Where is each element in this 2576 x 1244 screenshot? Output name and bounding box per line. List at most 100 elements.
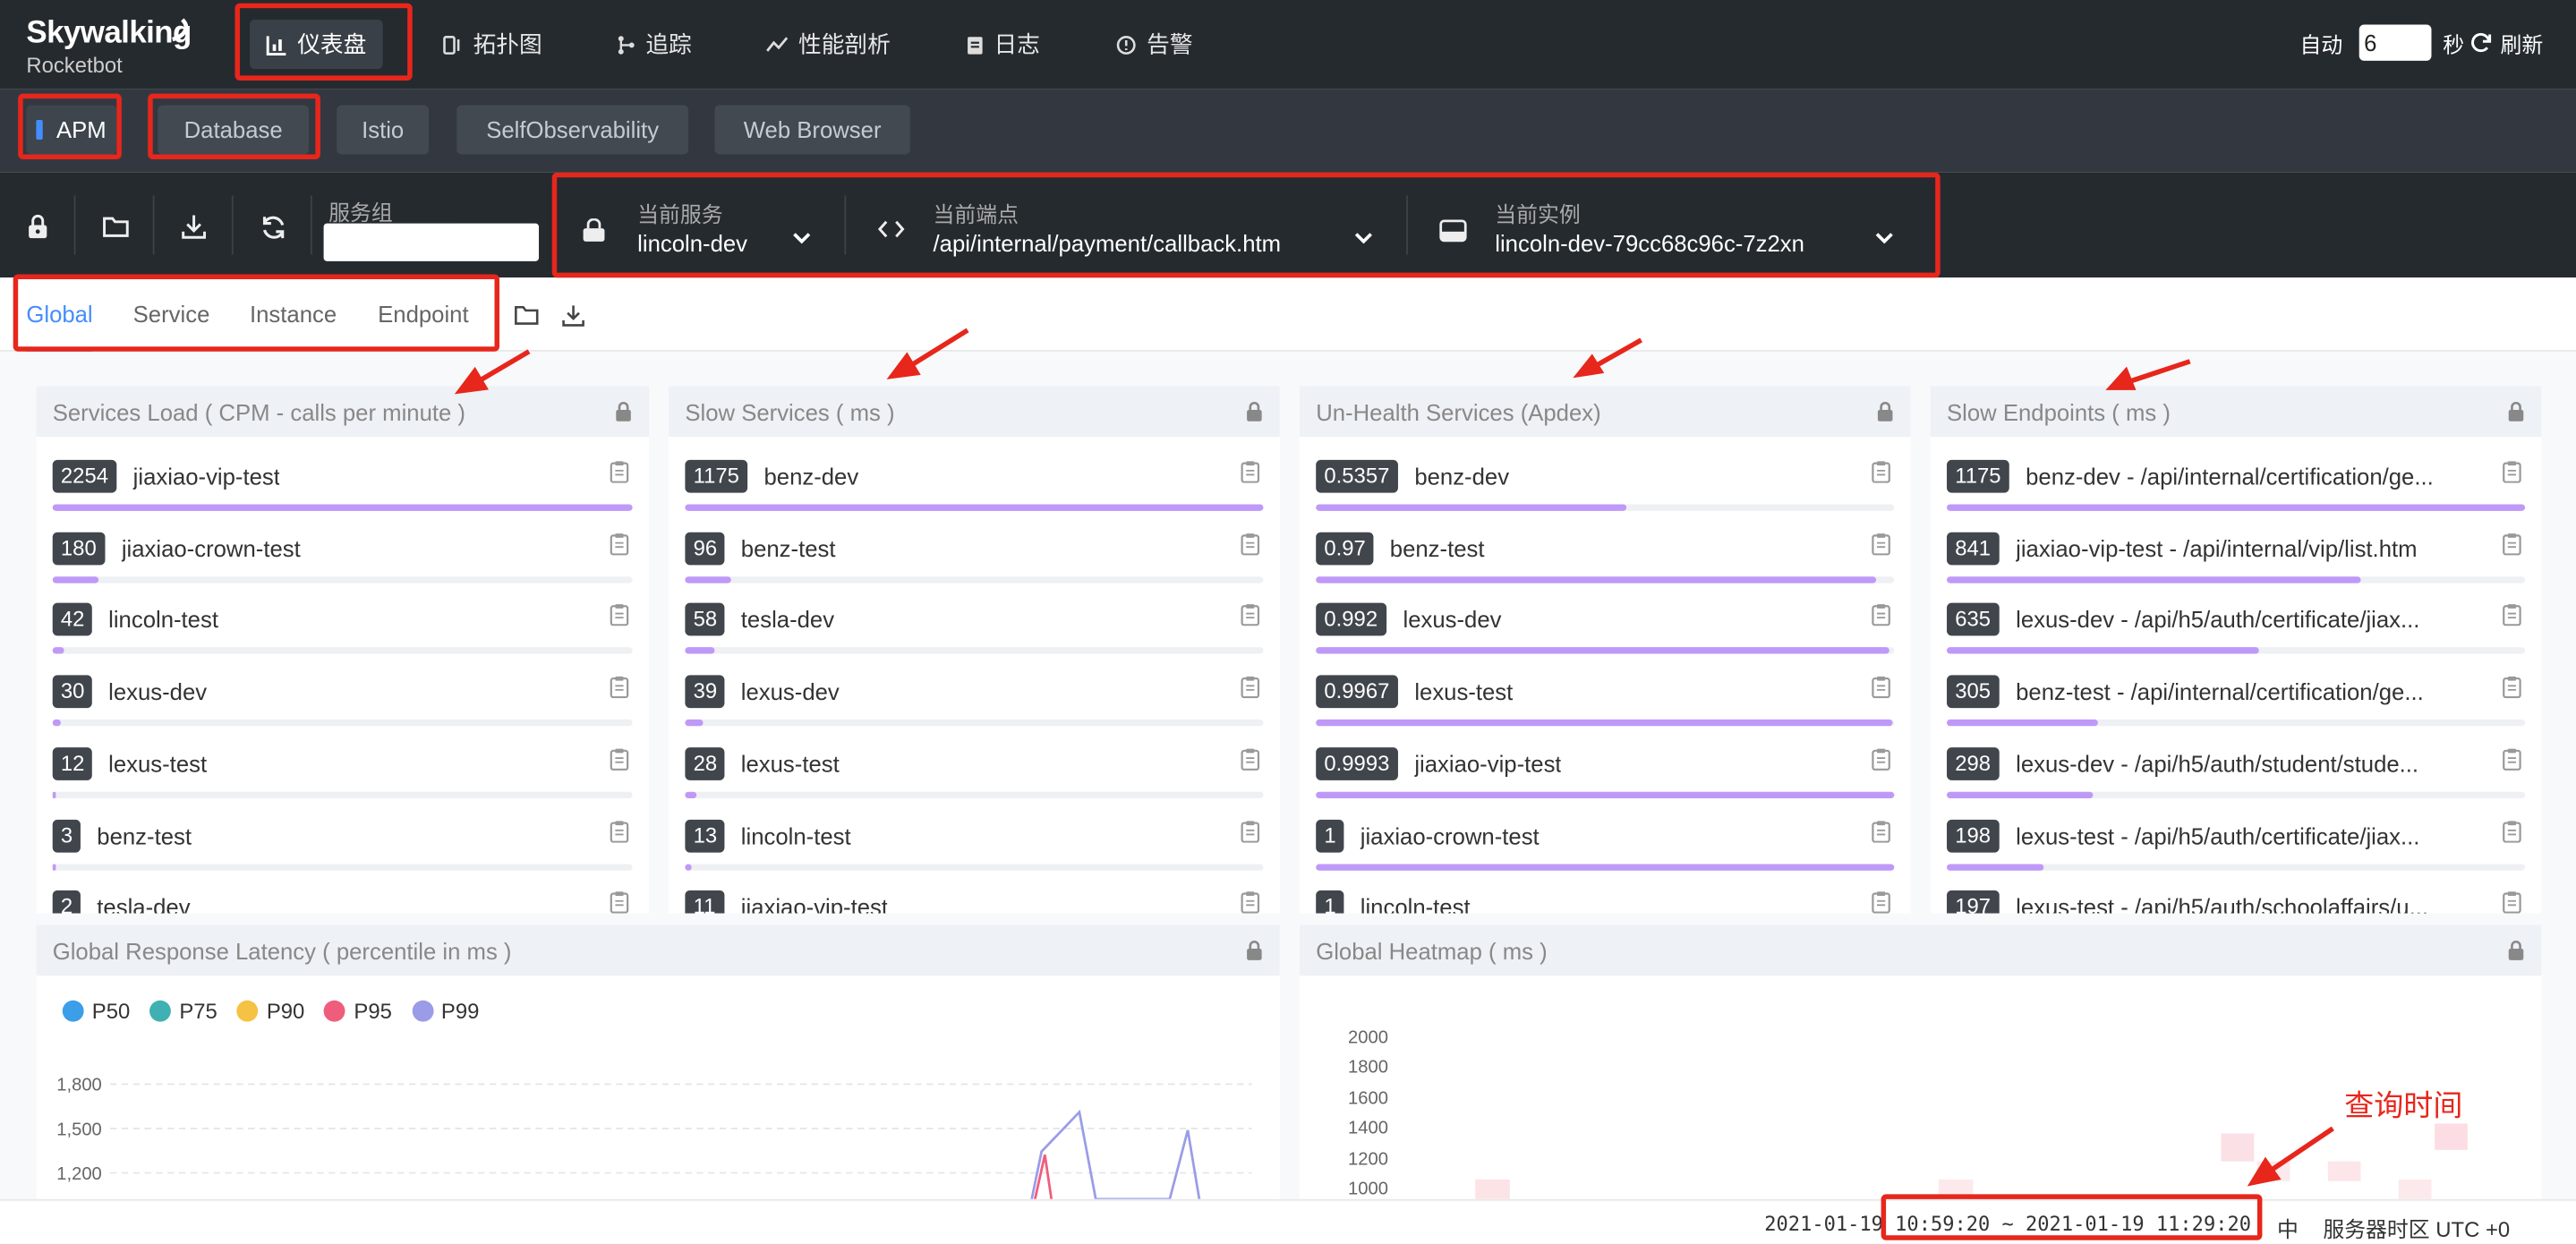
item-name[interactable]: lexus-test - /api/h5/auth/schoolaffairs/… [2016, 894, 2428, 914]
list-item[interactable]: 0.992 lexus-dev [1316, 603, 1895, 676]
item-name[interactable]: benz-test [1390, 535, 1485, 561]
list-item[interactable]: 298 lexus-dev - /api/h5/auth/student/stud… [1947, 746, 2526, 820]
clipboard-icon[interactable] [610, 532, 629, 563]
lock-icon[interactable] [2507, 401, 2525, 430]
download-icon[interactable] [179, 212, 209, 242]
auto-label[interactable]: 自动 [2300, 27, 2343, 58]
list-item[interactable]: 11 jiaxiao-vip-test [685, 890, 1263, 914]
endpoint-selector[interactable]: 当前端点 /api/internal/payment/callback.htm [851, 181, 1406, 276]
query-time-range[interactable]: 2021-01-19 10:59:20 ~ 2021-01-19 11:29:2… [1764, 1213, 2251, 1236]
item-name[interactable]: tesla-dev [741, 607, 834, 633]
clipboard-icon[interactable] [1241, 747, 1260, 779]
clipboard-icon[interactable] [2502, 532, 2521, 563]
layer-tab-apm[interactable]: APM [26, 105, 117, 155]
nav-dashboard[interactable]: 仪表盘 [249, 20, 383, 70]
clipboard-icon[interactable] [2502, 460, 2521, 491]
item-name[interactable]: benz-test [741, 535, 836, 561]
item-name[interactable]: jiaxiao-crown-test [122, 535, 301, 561]
item-name[interactable]: jiaxiao-vip-test [1414, 750, 1561, 776]
item-name[interactable]: lexus-dev [108, 678, 207, 704]
list-item[interactable]: 12 lexus-test [52, 746, 633, 820]
download-icon[interactable] [562, 304, 585, 336]
language-switch[interactable]: 中 [2277, 1213, 2299, 1244]
refresh-button[interactable]: 刷新 [2501, 27, 2544, 58]
item-name[interactable]: jiaxiao-vip-test [741, 894, 888, 914]
list-item[interactable]: 305 benz-test - /api/internal/certificati… [1947, 675, 2526, 748]
service-selector[interactable]: 当前服务 lincoln-dev [559, 181, 844, 276]
list-item[interactable]: 180 jiaxiao-crown-test [52, 532, 633, 604]
clipboard-icon[interactable] [610, 747, 629, 779]
list-item[interactable]: 39 lexus-dev [685, 675, 1264, 748]
clipboard-icon[interactable] [610, 460, 629, 491]
list-item[interactable]: 1175 benz-dev [685, 459, 1264, 533]
refresh-icon[interactable] [2469, 31, 2493, 55]
item-name[interactable]: lexus-test - /api/h5/auth/certificate/ji… [2016, 822, 2419, 848]
clipboard-icon[interactable] [610, 603, 629, 635]
clipboard-icon[interactable] [2502, 890, 2521, 914]
list-item[interactable]: 28 lexus-test [685, 746, 1264, 820]
tab-instance[interactable]: Instance [250, 301, 337, 352]
clipboard-icon[interactable] [1872, 603, 1891, 635]
item-name[interactable]: lincoln-test [1361, 894, 1471, 914]
tab-service[interactable]: Service [133, 301, 210, 352]
clipboard-icon[interactable] [2502, 676, 2521, 707]
clipboard-icon[interactable] [1872, 890, 1891, 914]
layer-tab-web-browser[interactable]: Web Browser [714, 105, 910, 155]
layer-tab-selfobservability[interactable]: SelfObservability [456, 105, 689, 155]
item-name[interactable]: benz-dev - /api/internal/certification/g… [2026, 464, 2434, 490]
list-item[interactable]: 635 lexus-dev - /api/h5/auth/certificate/… [1947, 603, 2526, 676]
list-item[interactable]: 2254 jiaxiao-vip-test [52, 459, 633, 533]
item-name[interactable]: lexus-dev - /api/h5/auth/certificate/jia… [2016, 607, 2419, 633]
item-name[interactable]: benz-test - /api/internal/certification/… [2016, 678, 2424, 704]
clipboard-icon[interactable] [1872, 676, 1891, 707]
nav-trace[interactable]: 追踪 [600, 20, 708, 69]
clipboard-icon[interactable] [1241, 532, 1260, 563]
item-name[interactable]: jiaxiao-vip-test [133, 464, 280, 490]
clipboard-icon[interactable] [1241, 819, 1260, 850]
item-name[interactable]: lexus-test [741, 750, 840, 776]
item-name[interactable]: tesla-dev [97, 894, 190, 914]
list-item[interactable]: 1175 benz-dev - /api/internal/certificati… [1947, 459, 2526, 533]
clipboard-icon[interactable] [610, 890, 629, 914]
list-item[interactable]: 1 jiaxiao-crown-test [1316, 818, 1895, 891]
reload-icon[interactable] [258, 212, 287, 242]
lock-icon[interactable] [1245, 401, 1263, 430]
list-item[interactable]: 42 lincoln-test [52, 603, 633, 676]
clipboard-icon[interactable] [1241, 603, 1260, 635]
item-name[interactable]: jiaxiao-crown-test [1361, 822, 1540, 848]
lock-icon[interactable] [23, 212, 53, 242]
clipboard-icon[interactable] [1872, 460, 1891, 491]
nav-alarm[interactable]: 告警 [1099, 20, 1209, 69]
list-item[interactable]: 0.9993 jiaxiao-vip-test [1316, 746, 1895, 820]
clipboard-icon[interactable] [2502, 747, 2521, 779]
list-item[interactable]: 198 lexus-test - /api/h5/auth/certificate… [1947, 818, 2526, 891]
clipboard-icon[interactable] [1241, 890, 1260, 914]
tab-global[interactable]: Global [26, 301, 93, 352]
item-name[interactable]: lexus-test [108, 750, 207, 776]
item-name[interactable]: lincoln-test [741, 822, 851, 848]
list-item[interactable]: 30 lexus-dev [52, 675, 633, 748]
list-item[interactable]: 0.5357 benz-dev [1316, 459, 1895, 533]
item-name[interactable]: jiaxiao-vip-test - /api/internal/vip/lis… [2016, 535, 2417, 561]
item-name[interactable]: lexus-dev [1403, 607, 1501, 633]
list-item[interactable]: 58 tesla-dev [685, 603, 1264, 676]
nav-topology[interactable]: 拓扑图 [425, 20, 559, 69]
layer-tab-istio[interactable]: Istio [337, 105, 430, 155]
clipboard-icon[interactable] [2502, 819, 2521, 850]
clipboard-icon[interactable] [1241, 460, 1260, 491]
list-item[interactable]: 0.9967 lexus-test [1316, 675, 1895, 748]
list-item[interactable]: 96 benz-test [685, 532, 1264, 604]
list-item[interactable]: 2 tesla-dev [52, 890, 633, 914]
list-item[interactable]: 1 lincoln-test [1316, 890, 1894, 914]
list-item[interactable]: 841 jiaxiao-vip-test - /api/internal/vip/… [1947, 532, 2526, 604]
instance-selector[interactable]: 当前实例 lincoln-dev-79cc68c96c-7z2xn [1412, 181, 1932, 276]
layer-tab-database[interactable]: Database [158, 105, 310, 155]
folder-icon[interactable] [514, 304, 539, 334]
list-item[interactable]: 13 lincoln-test [685, 818, 1264, 891]
clipboard-icon[interactable] [1241, 676, 1260, 707]
list-item[interactable]: 197 lexus-test - /api/h5/auth/schoolaffai… [1947, 890, 2525, 914]
list-item[interactable]: 3 benz-test [52, 818, 633, 891]
item-name[interactable]: benz-dev [1414, 464, 1509, 490]
clipboard-icon[interactable] [610, 676, 629, 707]
refresh-interval-input[interactable] [2358, 24, 2432, 61]
